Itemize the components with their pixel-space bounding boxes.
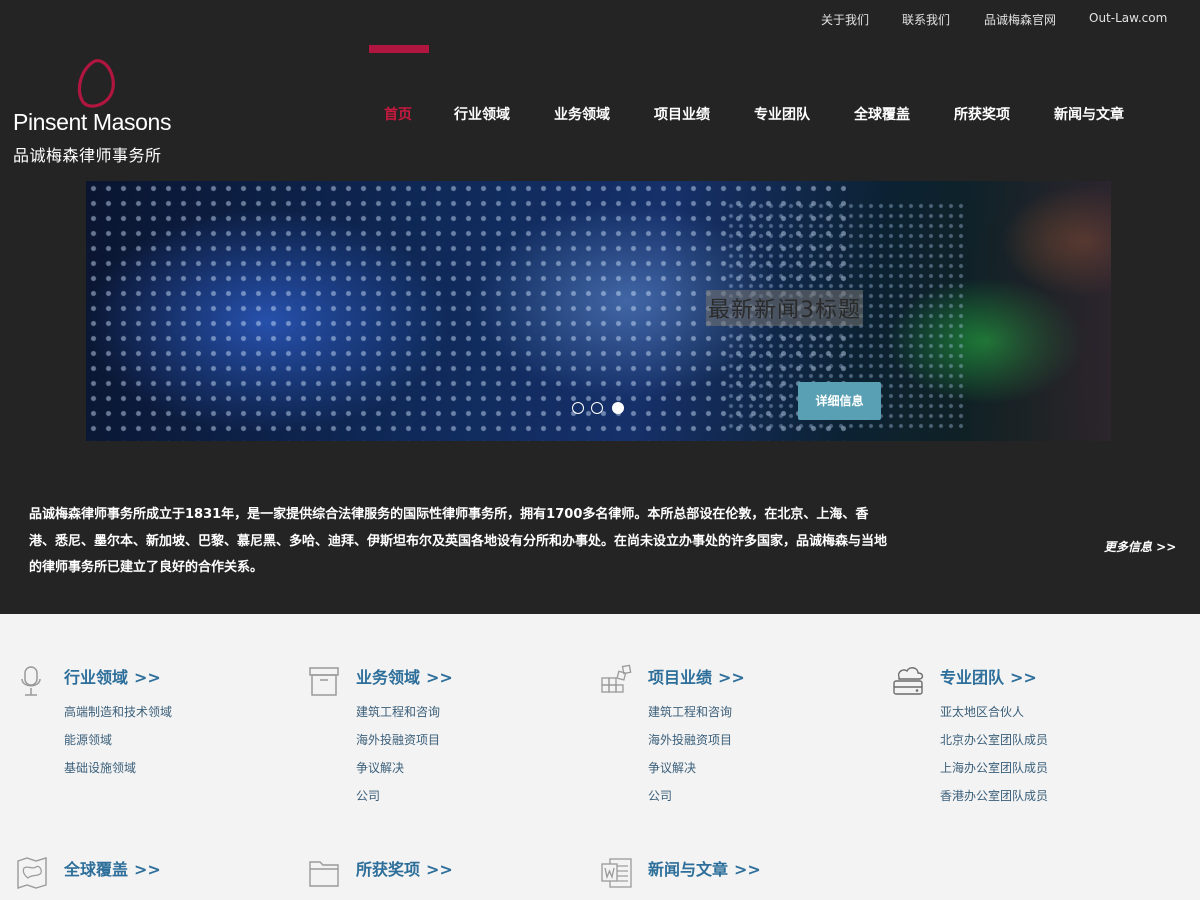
- logo-subtitle: 品诚梅森律师事务所: [13, 146, 162, 165]
- top-link-contact[interactable]: 联系我们: [902, 11, 950, 28]
- nav-item-team[interactable]: 专业团队: [754, 104, 810, 124]
- section-link[interactable]: 高端制造和技术领域: [64, 705, 172, 719]
- section-link[interactable]: 上海办公室团队成员: [940, 761, 1048, 775]
- section-link[interactable]: 能源领域: [64, 733, 112, 747]
- section-link[interactable]: 海外投融资项目: [648, 733, 732, 747]
- nav-item-awards[interactable]: 所获奖项: [954, 104, 1010, 124]
- section-title-industries[interactable]: 行业领域 >>: [64, 664, 161, 688]
- blocks-icon: [601, 664, 632, 693]
- section-link[interactable]: 北京办公室团队成员: [940, 733, 1048, 747]
- slider-dot-3[interactable]: [612, 402, 624, 414]
- hero-details-button[interactable]: 详细信息: [798, 382, 881, 420]
- nav-item-news[interactable]: 新闻与文章: [1054, 104, 1124, 124]
- word-document-icon: [601, 858, 632, 888]
- top-link-about[interactable]: 关于我们: [821, 11, 869, 28]
- section-link[interactable]: 海外投融资项目: [356, 733, 440, 747]
- section-link[interactable]: 基础设施领域: [64, 761, 136, 775]
- section-link[interactable]: 争议解决: [356, 761, 404, 775]
- section-link[interactable]: 香港办公室团队成员: [940, 789, 1048, 803]
- section-link[interactable]: 建筑工程和咨询: [648, 705, 732, 719]
- section-title-news[interactable]: 新闻与文章 >>: [648, 856, 761, 880]
- microphone-icon: [21, 666, 41, 696]
- map-icon: [17, 857, 47, 889]
- folder-icon: [309, 861, 339, 887]
- intro-text: 品诚梅森律师事务所成立于1831年，是一家提供综合法律服务的国际性律师事务所，拥…: [29, 507, 888, 575]
- nav-item-projects[interactable]: 项目业绩: [654, 104, 710, 124]
- section-title-awards[interactable]: 所获奖项 >>: [356, 856, 453, 880]
- cloud-server-icon: [893, 667, 924, 695]
- top-link-outlaw[interactable]: Out-Law.com: [1089, 11, 1167, 25]
- hero-title: 最新新闻3标题: [706, 290, 863, 326]
- top-link-official-site[interactable]: 品诚梅森官网: [984, 11, 1056, 28]
- hero-slider: 最新新闻3标题 详细信息: [86, 181, 1111, 441]
- slider-dot-2[interactable]: [591, 402, 603, 414]
- section-title-projects[interactable]: 项目业绩 >>: [648, 664, 745, 688]
- section-link[interactable]: 争议解决: [648, 761, 696, 775]
- section-link[interactable]: 公司: [648, 789, 672, 803]
- nav-item-home[interactable]: 首页: [384, 104, 412, 124]
- section-title-team[interactable]: 专业团队 >>: [940, 664, 1037, 688]
- section-link[interactable]: 公司: [356, 789, 380, 803]
- more-info-link[interactable]: 更多信息 >>: [1104, 538, 1176, 555]
- nav-active-indicator: [369, 45, 429, 53]
- section-title-global[interactable]: 全球覆盖 >>: [64, 856, 161, 880]
- hero-image-street-glow: [966, 181, 1111, 441]
- logo-mark-icon: [77, 59, 115, 108]
- archive-box-icon: [309, 667, 339, 696]
- nav-item-industries[interactable]: 行业领域: [454, 104, 510, 124]
- slider-dot-1[interactable]: [572, 402, 584, 414]
- section-link[interactable]: 建筑工程和咨询: [356, 705, 440, 719]
- nav-item-services[interactable]: 业务领域: [554, 104, 610, 124]
- section-title-services[interactable]: 业务领域 >>: [356, 664, 453, 688]
- logo[interactable]: Pinsent Masons 品诚梅森律师事务所: [13, 58, 193, 168]
- section-link[interactable]: 亚太地区合伙人: [940, 705, 1024, 719]
- logo-name: Pinsent Masons: [13, 109, 172, 135]
- nav-item-global[interactable]: 全球覆盖: [854, 104, 910, 124]
